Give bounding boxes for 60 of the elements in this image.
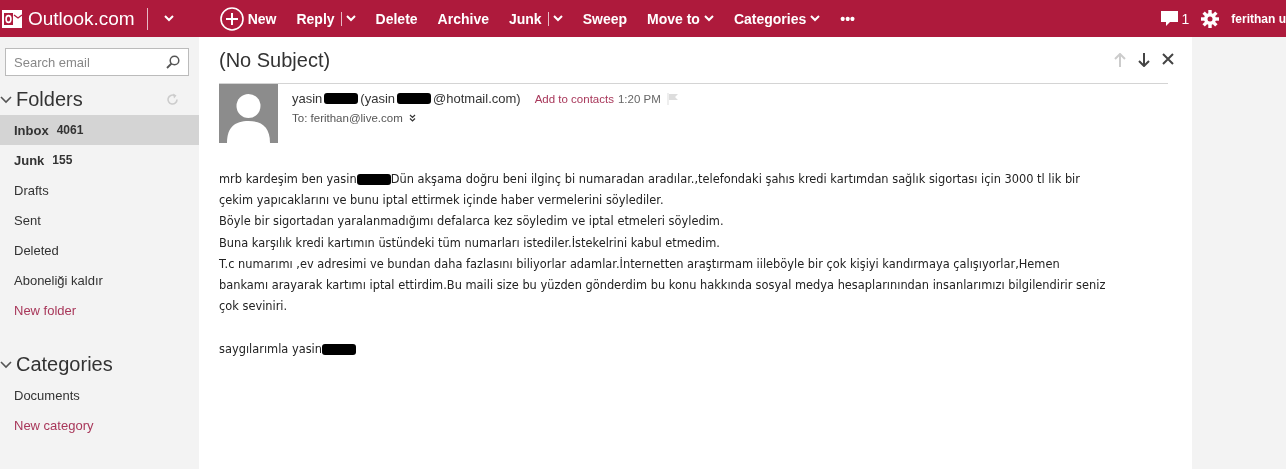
close-icon[interactable] [1162,53,1174,65]
section-title[interactable]: Folders [16,88,162,111]
folder-item[interactable]: Deleted [0,235,199,265]
chevron-down-icon [345,15,356,22]
toolbar-button[interactable]: Reply [286,0,366,37]
folder-item[interactable]: Sent [0,205,199,235]
sender-text: (yasin [360,91,396,106]
unread-count: 155 [52,153,73,167]
redaction-mark [321,343,356,355]
new-link[interactable]: New category [0,410,199,440]
body-text: T.c numarımı ,ev adresimi ve bundan daha fazlasını biliyorlar adamlar.İnternetten araştırmam iileböyle bir çok kişiyi kandırmaya çalışıyorlar,Hemen [219,256,1060,271]
section-title[interactable]: Categories [16,353,199,376]
recipient-text: To: ferithan@live.com [292,112,403,124]
message-time: 1:20 PM [617,92,661,105]
folder-item[interactable]: Documents [0,380,199,410]
user-name[interactable]: ferithan u [1231,11,1286,26]
brand-name[interactable]: Outlook.com [28,7,135,30]
toolbar-button[interactable]: Archive [427,0,499,37]
body-text: çok seviniri. [219,299,288,314]
body-text: mrb kardeşim ben yasin [219,172,357,186]
chevron-down-icon [552,15,563,22]
toolbar-button[interactable]: ••• [830,0,865,37]
sender-text: yasin [292,91,323,106]
unread-count: 4061 [56,123,84,137]
body-text: bankamı arayarak kartımı iptal ettirdim.Bu maili size bu yüzden gönderdim bu konu hakkında sosyal medya hesaplarınından insanlarımızı bilgilendirir seniz [219,277,1106,292]
new-link[interactable]: New folder [0,295,199,325]
expand-icon[interactable] [408,114,416,122]
toolbar-button[interactable]: Junk [498,0,573,37]
plus-icon [219,6,244,31]
message-count[interactable]: 1 [1181,10,1190,27]
redaction-mark [356,174,391,185]
redaction-mark [397,93,432,104]
chevron-down-icon [703,15,714,22]
toolbar-button[interactable]: Move to [637,0,724,37]
toolbar-button[interactable]: Delete [365,0,428,37]
folder-item[interactable]: Junk 155 [0,145,199,175]
sender-text: @hotmail.com) [433,91,521,106]
body-text: saygılarımla yasin [219,341,322,356]
toolbar-button[interactable]: New [209,0,287,37]
folder-item[interactable]: Aboneliği kaldır [0,265,199,295]
folder-item[interactable]: Drafts [0,175,199,205]
toolbar-button[interactable]: Sweep [572,0,637,37]
toolbar-button[interactable]: Categories [723,0,831,37]
folder-item[interactable]: Inbox 4061 [0,115,199,145]
settings-icon[interactable] [1201,9,1220,28]
body-text: Böyle bir sigortadan yaralanmadığımı defalarca kez söyledim ve iptal etmeleri söyledim. [219,214,724,229]
body-text: çekim yapıcaklarını ve bunu iptal ettirmek içinde haber vermelerini söylediler. [219,193,664,208]
body-text: Buna karşılık kredi kartımın üstündeki tüm numarları istediler.İstekelrini kabul etmedim. [219,235,720,250]
search-field[interactable]: Search email [5,48,189,76]
outlook-logo-icon[interactable] [2,8,22,29]
chevron-down-icon [163,15,174,22]
arrow-down-icon[interactable] [1138,53,1150,67]
body-text: Dün akşama doğru beni ilginç bi numaradan aradılar.,telefondaki şahıs kredi kartımdan sağlık sigortası için 3000 tl lik bir [390,172,1080,186]
message-subject: (No Subject) [219,48,332,72]
search-input[interactable]: Search email [6,54,166,70]
chat-icon[interactable] [1160,10,1178,27]
chevron-down-icon [810,15,821,22]
search-icon[interactable] [166,55,180,69]
add-to-contacts-link[interactable]: Add to contacts [534,92,614,105]
redaction-mark [324,93,359,104]
